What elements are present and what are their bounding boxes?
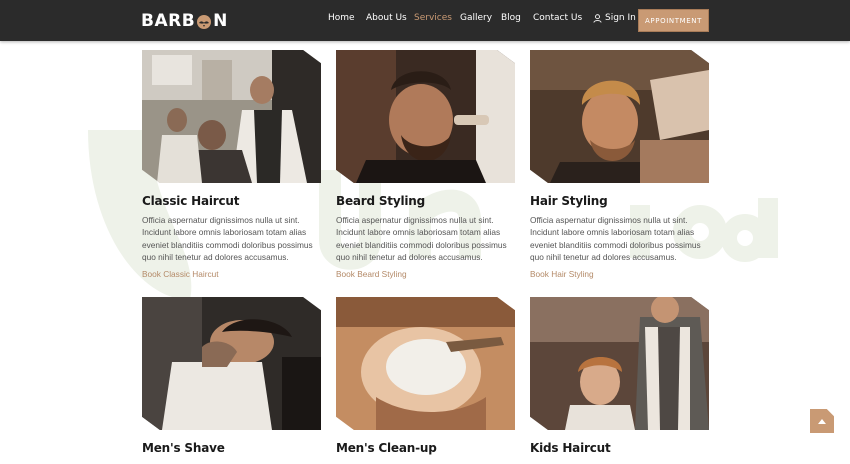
sign-in-label: Sign In bbox=[605, 13, 636, 23]
service-description: Officia aspernatur dignissimos nulla ut … bbox=[530, 215, 701, 262]
mustache-icon bbox=[197, 15, 212, 29]
service-title: Men's Shave bbox=[142, 441, 225, 455]
service-card-kids-haircut: Kids Haircut bbox=[530, 297, 709, 455]
nav-item-home[interactable]: Home bbox=[328, 13, 355, 23]
service-image-mens-shave bbox=[142, 297, 321, 430]
service-description: Officia aspernatur dignissimos nulla ut … bbox=[336, 215, 507, 262]
brand-logo[interactable]: BARB N bbox=[141, 11, 228, 31]
service-card-hair-styling: Hair Styling Officia aspernatur dignissi… bbox=[530, 50, 709, 282]
service-card-mens-shave: Men's Shave bbox=[142, 297, 321, 455]
service-image-mens-clean-up bbox=[336, 297, 515, 430]
arrow-up-icon bbox=[818, 419, 826, 424]
book-classic-haircut-link[interactable]: Book Classic Haircut bbox=[142, 269, 219, 279]
nav-item-contact-us[interactable]: Contact Us bbox=[533, 13, 582, 23]
service-image-hair-styling bbox=[530, 50, 709, 183]
nav-item-about-us[interactable]: About Us bbox=[366, 13, 407, 23]
user-icon bbox=[593, 13, 602, 23]
service-title: Kids Haircut bbox=[530, 441, 611, 455]
sign-in-link[interactable]: Sign In bbox=[593, 13, 636, 23]
service-description: Officia aspernatur dignissimos nulla ut … bbox=[142, 215, 313, 262]
service-title: Men's Clean-up bbox=[336, 441, 437, 455]
brand-name-left: BARB bbox=[141, 11, 196, 31]
nav-item-blog[interactable]: Blog bbox=[501, 13, 521, 23]
appointment-button[interactable]: APPOINTMENT bbox=[638, 9, 709, 32]
nav-item-gallery[interactable]: Gallery bbox=[460, 13, 492, 23]
nav-item-services[interactable]: Services bbox=[414, 13, 452, 23]
book-beard-styling-link[interactable]: Book Beard Styling bbox=[336, 269, 407, 279]
service-image-kids-haircut bbox=[530, 297, 709, 430]
service-image-classic-haircut bbox=[142, 50, 321, 183]
service-card-beard-styling: Beard Styling Officia aspernatur digniss… bbox=[336, 50, 515, 282]
service-title: Classic Haircut bbox=[142, 194, 240, 208]
scroll-to-top-button[interactable] bbox=[810, 409, 834, 433]
book-hair-styling-link[interactable]: Book Hair Styling bbox=[530, 269, 594, 279]
service-card-classic-haircut: Classic Haircut Officia aspernatur digni… bbox=[142, 50, 321, 282]
site-header: BARB N Home About Us Services Gallery Bl… bbox=[0, 0, 850, 41]
service-card-mens-clean-up: Men's Clean-up bbox=[336, 297, 515, 455]
service-title: Beard Styling bbox=[336, 194, 426, 208]
brand-name-right: N bbox=[213, 11, 228, 31]
service-title: Hair Styling bbox=[530, 194, 608, 208]
service-image-beard-styling bbox=[336, 50, 515, 183]
